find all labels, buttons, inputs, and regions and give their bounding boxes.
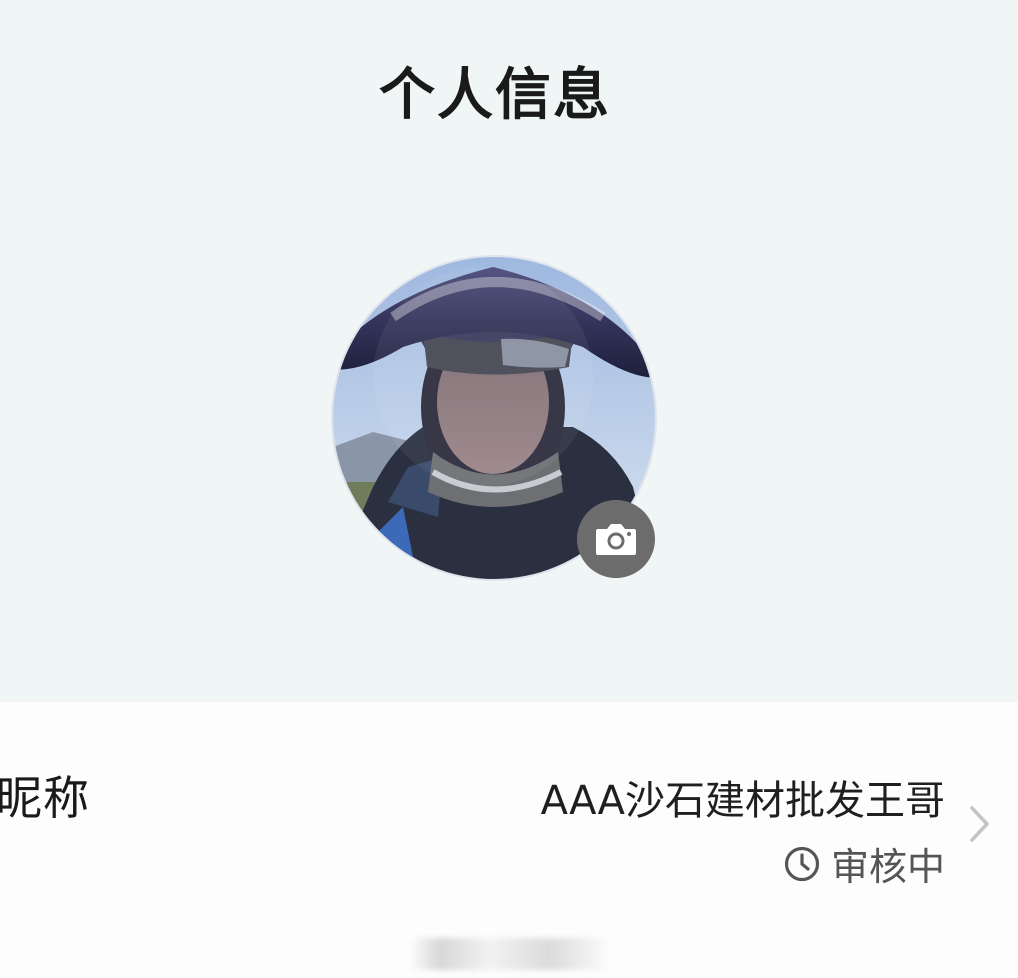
nickname-label: 昵称 [0, 771, 90, 825]
nickname-value: AAA沙石建材批发王哥 [540, 778, 945, 824]
change-avatar-button[interactable] [577, 500, 655, 578]
chevron-right-icon [968, 804, 992, 844]
clock-icon [783, 845, 821, 883]
page-title: 个人信息 [379, 63, 611, 128]
camera-icon [596, 524, 636, 555]
review-status-text: 审核中 [830, 845, 945, 889]
review-status: 审核中 [783, 836, 945, 891]
nickname-row[interactable]: 昵称 AAA沙石建材批发王哥 审核中 [0, 702, 1018, 978]
obscured-next-row [410, 938, 610, 970]
profile-header-area: 个人信息 [0, 0, 1018, 702]
